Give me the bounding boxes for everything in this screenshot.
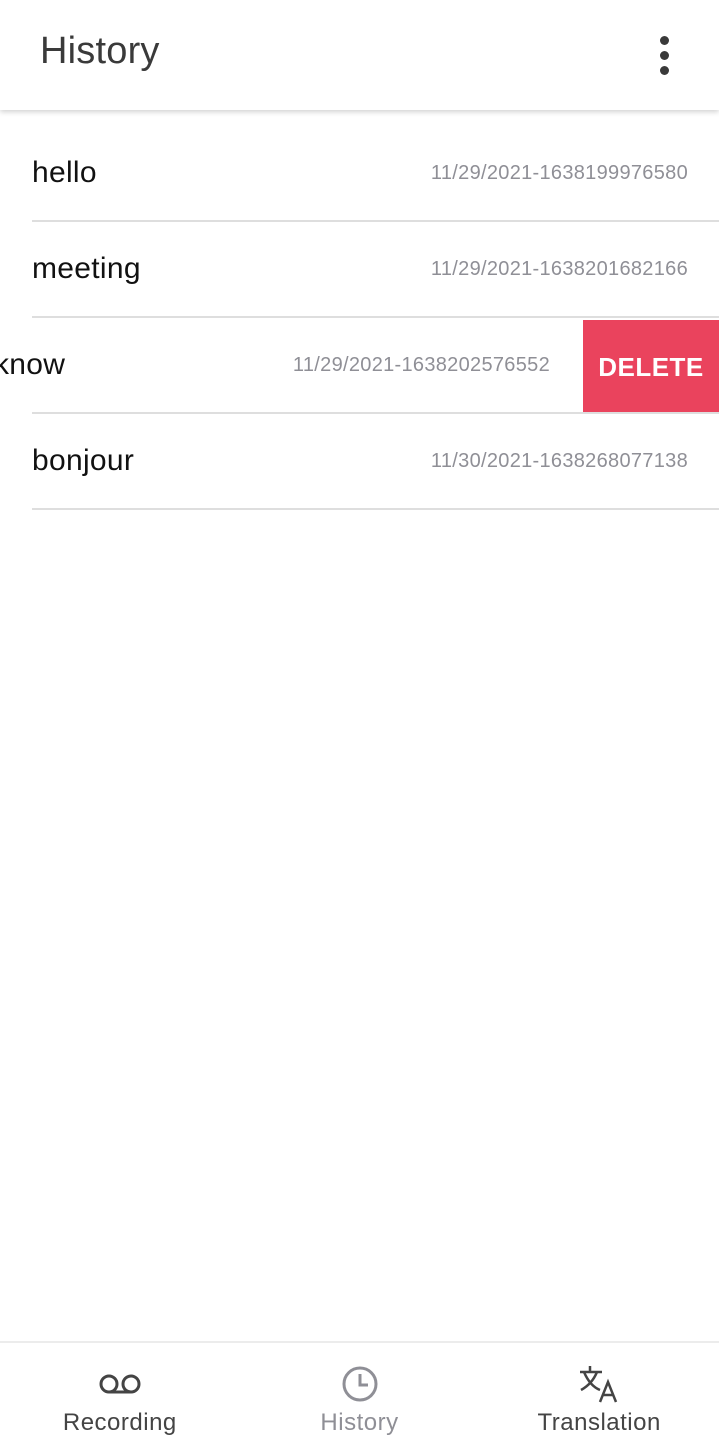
divider bbox=[32, 508, 719, 510]
history-item-timestamp: 11/29/2021-1638202576552 bbox=[292, 354, 550, 376]
nav-label-translation: Translation bbox=[537, 1409, 661, 1436]
nav-item-history[interactable]: History bbox=[240, 1343, 480, 1448]
history-item[interactable]: meeting 11/29/2021-1638201682166 bbox=[0, 222, 719, 318]
more-vert-icon[interactable] bbox=[640, 27, 688, 83]
history-item[interactable]: bonjour 11/30/2021-1638268077138 bbox=[0, 414, 719, 510]
delete-button[interactable]: DELETE bbox=[583, 320, 719, 414]
nav-item-translation[interactable]: Translation bbox=[479, 1343, 719, 1448]
page-title: History bbox=[40, 30, 160, 72]
nav-label-history: History bbox=[320, 1409, 399, 1436]
history-item-timestamp: 11/29/2021-1638201682166 bbox=[430, 258, 688, 280]
clock-icon bbox=[340, 1363, 380, 1405]
history-item-title: meeting bbox=[32, 252, 141, 285]
translate-icon bbox=[578, 1363, 620, 1405]
history-item[interactable]: hello 11/29/2021-1638199976580 bbox=[0, 126, 719, 222]
history-list: hello 11/29/2021-1638199976580 meeting 1… bbox=[0, 126, 719, 510]
voicemail-icon bbox=[98, 1363, 142, 1405]
history-item-timestamp: 11/30/2021-1638268077138 bbox=[430, 450, 688, 472]
nav-label-recording: Recording bbox=[62, 1409, 177, 1436]
nav-item-recording[interactable]: Recording bbox=[0, 1343, 240, 1448]
history-item-title: hello bbox=[32, 156, 97, 189]
history-item-title: know bbox=[0, 348, 66, 381]
app-screen: History hello 11/29/2021-1638199976580 m… bbox=[0, 0, 719, 1448]
bottom-navigation: Recording History Translation bbox=[0, 1341, 719, 1448]
history-item-title: bonjour bbox=[32, 444, 135, 477]
history-item-timestamp: 11/29/2021-1638199976580 bbox=[430, 162, 688, 184]
history-item-swiped[interactable]: know 11/29/2021-1638202576552 DELETE bbox=[0, 318, 719, 414]
top-app-bar: History bbox=[0, 0, 719, 110]
